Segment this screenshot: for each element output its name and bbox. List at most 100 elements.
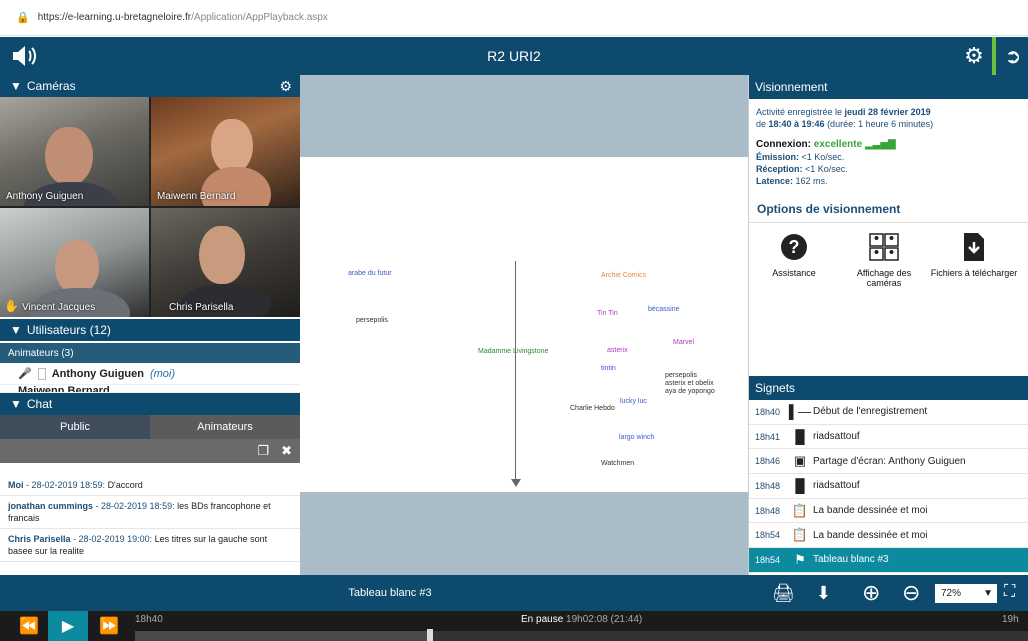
bookmark-item[interactable]: 18h41 █ riadsattouf: [749, 425, 1028, 450]
bookmark-item[interactable]: 18h48 📋 La bande dessinée et moi: [749, 499, 1028, 524]
status-box: [37, 367, 46, 380]
camera-feed: Maiwenn Bernard: [151, 97, 300, 206]
print-icon[interactable]: 🖨: [772, 583, 795, 604]
whiteboard-word: arabe du futur: [348, 270, 392, 277]
timeline-progress: [135, 631, 430, 641]
tab-public[interactable]: Public: [0, 415, 150, 439]
record-start-icon: ▌—: [788, 404, 812, 420]
chat-message: jonathan cummings - 28-02-2019 18:59: le…: [0, 496, 300, 529]
whiteboard-word: Marvel: [673, 339, 695, 346]
camera-name: Maiwenn Bernard: [157, 191, 236, 202]
playback-status: En pause 19h02:08 (21:44): [521, 614, 643, 625]
session-title: R2 URI2: [487, 48, 541, 64]
bookmark-item[interactable]: 18h54 📋 La bande dessinée et moi: [749, 523, 1028, 549]
viewing-options: ? Assistance Affichage des caméras Fichi…: [749, 223, 1028, 288]
fast-forward-icon[interactable]: ⏩: [90, 611, 128, 641]
whiteboard-word: Madamme Livingstone: [478, 348, 549, 355]
playback-bar: ⏪ ▶ ⏩ 18h40 En pause 19h02:08 (21:44) 19…: [0, 611, 1028, 641]
recording-info: Activité enregistrée le jeudi 28 février…: [756, 107, 934, 129]
user-group-animateurs[interactable]: Animateurs (3): [0, 343, 300, 363]
drawn-arrow-line: [515, 261, 516, 483]
lock-icon: 🔒: [16, 12, 30, 24]
drawn-arrow-head: [511, 479, 521, 487]
bookmark-item[interactable]: 18h46 ▣ Partage d'écran: Anthony Guiguen: [749, 449, 1028, 475]
camera-grid-icon: [869, 233, 899, 261]
screen-share-icon: ▣: [793, 453, 807, 469]
tag-icon: ⚑: [794, 551, 806, 567]
fullscreen-icon[interactable]: ⛶: [1004, 583, 1015, 601]
microphone-icon: 🎤: [18, 368, 32, 380]
whiteboard-word: asterix et obelix: [665, 380, 714, 387]
zoom-in-icon[interactable]: ⊕: [862, 580, 880, 606]
timeline-track[interactable]: [135, 629, 1028, 641]
clipboard-icon: 📋: [791, 527, 809, 543]
whiteboard-word: persepolis: [356, 317, 388, 324]
camera-feed: Anthony Guiguen: [0, 97, 149, 206]
bookmark-item-active[interactable]: 18h54 ⚑ Tableau blanc #3: [749, 548, 1028, 573]
viewing-header: Visionnement: [749, 75, 1028, 99]
chat-header[interactable]: ▼ Chat: [0, 393, 300, 415]
whiteboard-area: ◀ ▶ arabe du futur persepolis Madamme Li…: [300, 75, 748, 575]
clipboard-icon: 📋: [791, 502, 809, 518]
download-files-button[interactable]: Fichiers à télécharger: [929, 229, 1019, 288]
close-icon[interactable]: ✖: [281, 443, 292, 459]
chat-toolbar: ❐ ✖: [0, 439, 300, 463]
chat-message: Chris Parisella - 28-02-2019 19:00: Les …: [0, 529, 300, 562]
document-toolbar: Tableau blanc #3 🖨 ⬇ ⊕ ⊖ 72% ▼ ⛶: [0, 575, 1028, 611]
bookmarks-section: Signets 18h40 ▌— Début de l'enregistrement…: [749, 376, 1028, 573]
rewind-icon[interactable]: ⏪: [10, 611, 48, 641]
bookmark-item[interactable]: 18h48 █ riadsattouf: [749, 474, 1028, 499]
hand-raised-icon: ✋: [4, 299, 19, 313]
camera-grid: Anthony Guiguen Maiwenn Bernard ✋ Vincen…: [0, 97, 300, 317]
whiteboard-word: asterix: [607, 347, 628, 354]
zoom-select[interactable]: 72% ▼: [935, 584, 997, 603]
camera-name: Chris Parisella: [169, 302, 234, 313]
tab-animateurs[interactable]: Animateurs: [150, 415, 300, 439]
camera-feed: ✋ Vincent Jacques: [0, 208, 149, 317]
timeline-handle[interactable]: [427, 629, 433, 641]
status-divider: [992, 37, 996, 75]
bookmarks-header: Signets: [749, 376, 1028, 400]
camera-settings-gear-icon[interactable]: ⚙: [279, 78, 292, 95]
chat-messages: Moi - 28-02-2019 18:59: D'accord jonatha…: [0, 463, 300, 568]
file-download-icon: [964, 233, 984, 261]
chat-message: Moi - 28-02-2019 18:59: D'accord: [0, 475, 300, 496]
viewing-options-title: Options de visionnement: [749, 194, 1028, 223]
play-icon[interactable]: ▶: [48, 611, 88, 641]
document-title: Tableau blanc #3: [348, 587, 432, 599]
document-icon: █: [795, 429, 805, 445]
user-row[interactable]: Maiwenn Bernard: [0, 385, 300, 393]
caret-down-icon: ▼: [10, 323, 22, 337]
bookmark-item[interactable]: 18h40 ▌— Début de l'enregistrement: [749, 400, 1028, 425]
browser-address-bar[interactable]: 🔒 https://e-learning.u-bretagneloire.fr/…: [0, 0, 1028, 36]
timeline-end: 19h: [1002, 614, 1019, 625]
caret-down-icon: ▼: [10, 397, 22, 411]
whiteboard-canvas: arabe du futur persepolis Madamme Living…: [300, 157, 748, 492]
document-icon: █: [795, 478, 805, 494]
camera-display-button[interactable]: Affichage des caméras: [839, 229, 929, 288]
camera-name: Anthony Guiguen: [6, 191, 84, 202]
camera-name: Vincent Jacques: [22, 302, 96, 313]
camera-feed: Chris Parisella: [151, 208, 300, 317]
assistance-button[interactable]: ? Assistance: [749, 229, 839, 288]
settings-gear-icon[interactable]: ⚙: [957, 37, 991, 75]
left-panel: ▼ Caméras ⚙ Anthony Guiguen Maiwenn Bern…: [0, 75, 300, 575]
address-url[interactable]: https://e-learning.u-bretagneloire.fr/Ap…: [38, 12, 328, 23]
download-icon[interactable]: ⬇: [816, 583, 831, 604]
whiteboard-word: tintin: [601, 365, 616, 372]
user-row[interactable]: 🎤 Anthony Guiguen (moi): [0, 363, 300, 385]
svg-text:?: ?: [789, 237, 800, 257]
users-header[interactable]: ▼ Utilisateurs (12): [0, 319, 300, 341]
whiteboard-word: persepolis: [665, 372, 697, 379]
cameras-header[interactable]: ▼ Caméras ⚙: [0, 75, 300, 97]
whiteboard-word: Charlie Hebdo: [570, 405, 615, 412]
right-panel: Visionnement Activité enregistrée le jeu…: [748, 75, 1028, 575]
zoom-out-icon[interactable]: ⊖: [902, 580, 920, 606]
chevron-down-icon: ▼: [983, 588, 993, 599]
signal-bars-icon: ▂▃▅▇: [864, 139, 896, 150]
copy-icon[interactable]: ❐: [257, 443, 269, 459]
exit-icon[interactable]: ➲: [998, 37, 1028, 75]
whiteboard-word: Tin Tin: [597, 310, 618, 317]
whiteboard-word: lucky luc: [620, 398, 647, 405]
timeline-start: 18h40: [135, 614, 163, 625]
